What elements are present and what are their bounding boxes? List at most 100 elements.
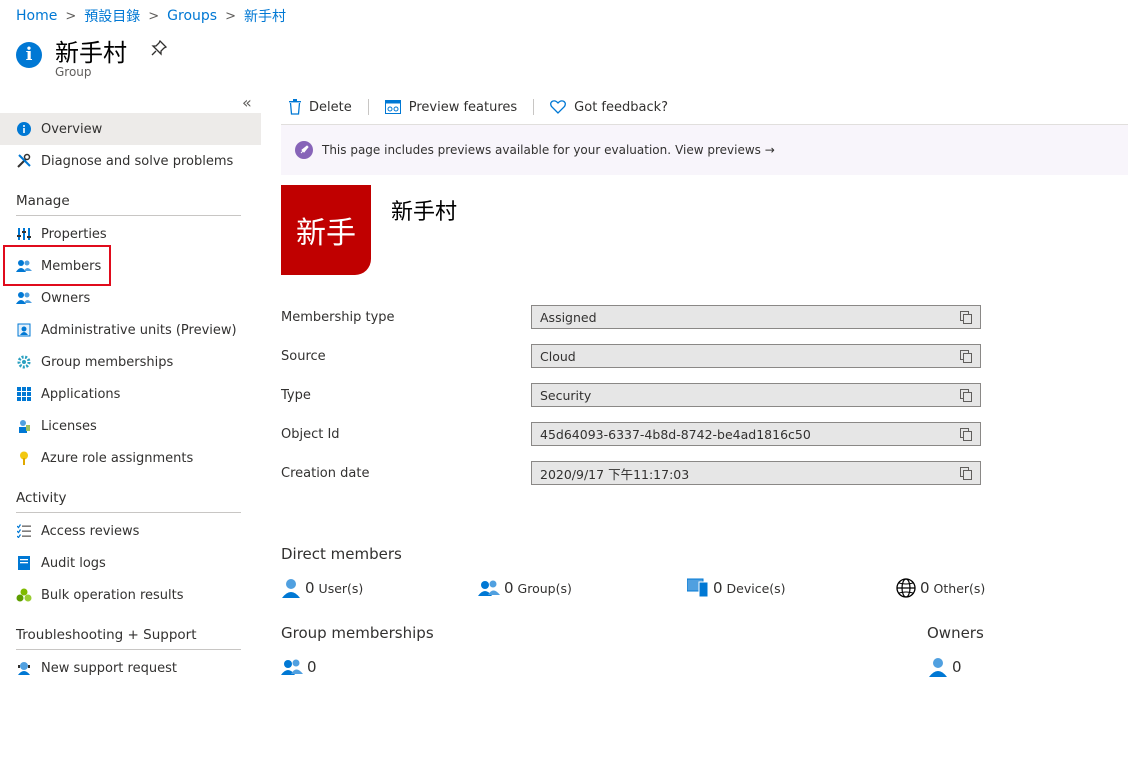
sidebar-item-label: Audit logs	[41, 555, 106, 571]
membership-type-label: Membership type	[281, 310, 395, 325]
trash-icon	[289, 99, 301, 115]
info-icon	[16, 121, 32, 137]
direct-users-label: User(s)	[318, 580, 364, 596]
pin-icon[interactable]	[151, 40, 167, 56]
copy-icon[interactable]	[960, 428, 972, 441]
direct-others-count: 0	[920, 579, 930, 597]
sidebar-item-owners[interactable]: Owners	[0, 282, 261, 314]
direct-groups-count: 0	[504, 579, 514, 597]
owners-stat[interactable]: 0	[928, 657, 962, 677]
preview-features-button[interactable]: Preview features	[377, 100, 525, 115]
page-title: 新手村	[55, 39, 127, 67]
sidebar-item-label: Diagnose and solve problems	[41, 153, 234, 169]
creation-date-field: 2020/9/17 下午11:17:03	[531, 461, 981, 485]
sidebar-item-audit-logs[interactable]: Audit logs	[0, 547, 261, 579]
owners-icon	[16, 290, 32, 306]
creation-date-label: Creation date	[281, 466, 370, 481]
membership-type-field: Assigned	[531, 305, 981, 329]
sidebar-item-label: Overview	[41, 121, 103, 137]
sidebar-item-overview[interactable]: Overview	[0, 113, 261, 145]
sidebar-item-applications[interactable]: Applications	[0, 378, 261, 410]
collapse-sidebar-icon[interactable]: «	[242, 93, 252, 112]
direct-users-stat[interactable]: 0 User(s)	[281, 578, 363, 598]
administrative-units-icon	[16, 322, 32, 338]
breadcrumb: Home > 預設目錄 > Groups > 新手村	[16, 6, 286, 26]
direct-devices-count: 0	[713, 579, 723, 597]
applications-grid-icon	[16, 386, 32, 402]
breadcrumb-current[interactable]: 新手村	[244, 6, 286, 26]
page-subtitle: Group	[55, 65, 92, 79]
sidebar-item-label: Licenses	[41, 418, 97, 434]
copy-icon[interactable]	[960, 389, 972, 402]
direct-members-title: Direct members	[281, 545, 402, 563]
type-label: Type	[281, 388, 311, 403]
group-memberships-count: 0	[307, 658, 317, 676]
chevron-right-icon: >	[148, 8, 160, 24]
sidebar-item-group-memberships[interactable]: Group memberships	[0, 346, 261, 378]
properties-icon	[16, 226, 32, 242]
source-field: Cloud	[531, 344, 981, 368]
preview-banner: This page includes previews available fo…	[281, 125, 1128, 175]
group-name: 新手村	[391, 200, 458, 225]
object-id-label: Object Id	[281, 427, 340, 442]
direct-groups-stat[interactable]: 0 Group(s)	[478, 578, 572, 598]
chevron-right-icon: >	[225, 8, 236, 24]
owners-title: Owners	[927, 624, 984, 642]
group-memberships-stat[interactable]: 0	[281, 657, 317, 677]
sidebar-item-new-support-request[interactable]: New support request	[0, 652, 261, 684]
globe-icon	[896, 578, 916, 598]
owners-count: 0	[952, 658, 962, 676]
sidebar-item-label: Owners	[41, 290, 91, 306]
group-memberships-title: Group memberships	[281, 624, 434, 642]
sidebar-item-label: Applications	[41, 386, 121, 402]
group-icon	[478, 580, 500, 596]
gear-icon	[16, 354, 32, 370]
bulk-operation-icon	[16, 587, 32, 603]
direct-groups-label: Group(s)	[517, 580, 572, 596]
banner-text: This page includes previews available fo…	[322, 143, 672, 157]
object-id-field: 45d64093-6337-4b8d-8742-be4ad1816c50	[531, 422, 981, 446]
sidebar-item-label: New support request	[41, 660, 177, 676]
type-value: Security	[540, 387, 592, 403]
wrench-icon	[16, 153, 32, 169]
feedback-label: Got feedback?	[574, 99, 669, 115]
rocket-icon	[295, 141, 313, 159]
group-icon	[281, 659, 303, 675]
sidebar-section-support: Troubleshooting + Support	[16, 627, 241, 650]
copy-icon[interactable]	[960, 311, 972, 324]
preview-features-label: Preview features	[408, 99, 518, 115]
sidebar-item-administrative-units[interactable]: Administrative units (Preview)	[0, 314, 261, 346]
breadcrumb-groups[interactable]: Groups	[167, 8, 217, 24]
device-icon	[687, 578, 709, 598]
sidebar-item-label: Bulk operation results	[41, 587, 184, 603]
breadcrumb-home[interactable]: Home	[16, 8, 57, 24]
view-previews-link[interactable]: View previews →	[675, 143, 775, 157]
delete-button[interactable]: Delete	[281, 99, 360, 115]
sidebar-item-label: Administrative units (Preview)	[41, 322, 237, 338]
direct-others-stat[interactable]: 0 Other(s)	[896, 578, 985, 598]
toolbar-divider	[367, 99, 369, 115]
object-id-value: 45d64093-6337-4b8d-8742-be4ad1816c50	[540, 426, 811, 442]
direct-users-count: 0	[305, 579, 315, 597]
info-icon: i	[16, 42, 42, 68]
sidebar-item-diagnose[interactable]: Diagnose and solve problems	[0, 145, 261, 177]
sidebar-item-label: Azure role assignments	[41, 450, 194, 466]
direct-devices-label: Device(s)	[726, 580, 786, 596]
sidebar-item-azure-role-assignments[interactable]: Azure role assignments	[0, 442, 261, 474]
members-highlight-box	[3, 245, 111, 286]
direct-others-label: Other(s)	[933, 580, 986, 596]
feedback-button[interactable]: Got feedback?	[542, 100, 676, 115]
sidebar-item-licenses[interactable]: Licenses	[0, 410, 261, 442]
source-value: Cloud	[540, 348, 576, 364]
toolbar-divider	[533, 99, 535, 115]
sidebar-item-access-reviews[interactable]: Access reviews	[0, 515, 261, 547]
direct-devices-stat[interactable]: 0 Device(s)	[687, 578, 786, 598]
copy-icon[interactable]	[960, 350, 972, 363]
user-icon	[282, 579, 300, 598]
delete-label: Delete	[309, 99, 352, 115]
sidebar-item-bulk-operation-results[interactable]: Bulk operation results	[0, 579, 261, 611]
sidebar-item-label: Properties	[41, 226, 107, 242]
breadcrumb-directory[interactable]: 預設目錄	[84, 6, 140, 26]
copy-icon[interactable]	[960, 467, 972, 480]
user-icon	[929, 658, 947, 677]
